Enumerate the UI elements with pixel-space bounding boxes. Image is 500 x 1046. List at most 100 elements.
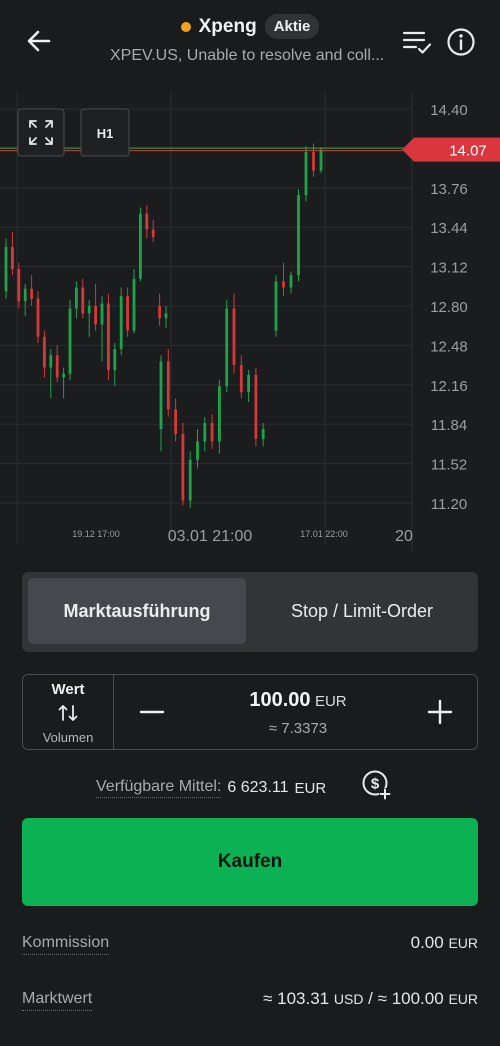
- add-funds-icon[interactable]: $: [362, 769, 392, 801]
- candle-body: [62, 373, 65, 378]
- candle-body: [203, 422, 207, 442]
- timeframe-label: H1: [97, 126, 114, 141]
- available-funds: Verfügbare Mittel: 6 623.11 EUR: [96, 774, 326, 802]
- candle-body: [247, 374, 250, 393]
- amount-currency: EUR: [314, 693, 347, 710]
- candle-body: [166, 361, 170, 410]
- candle-body: [282, 281, 285, 288]
- x-axis-label: 03.01 21:00: [168, 528, 253, 545]
- candle-body: [312, 152, 315, 171]
- market-value-separator: /: [368, 989, 373, 1008]
- x-axis-label: 17.01 22:00: [300, 529, 348, 539]
- candle-body: [132, 278, 136, 331]
- info-icon[interactable]: [446, 27, 476, 57]
- candle-body: [164, 313, 168, 319]
- header: Xpeng Aktie XPEV.US, Unable to resolve a…: [0, 0, 500, 86]
- amount-mode-label: Wert: [51, 681, 85, 698]
- amount-mode-alt-label: Volumen: [42, 730, 94, 745]
- asset-type-badge: Aktie: [264, 14, 320, 39]
- svg-text:$: $: [371, 776, 380, 793]
- candle-body: [232, 308, 236, 366]
- current-price-label: 14.07: [449, 143, 487, 160]
- candle-body: [75, 287, 78, 309]
- y-tick-label: 13.44: [430, 220, 468, 237]
- candle-body: [4, 246, 8, 292]
- candle-body: [196, 441, 199, 460]
- y-tick-label: 11.20: [431, 496, 467, 513]
- y-tick-label: 12.80: [430, 299, 468, 316]
- candle-body: [210, 422, 214, 442]
- market-value-eur: ≈ 100.00: [377, 989, 444, 1008]
- commission-value: 0.00: [410, 933, 444, 952]
- candle-body: [126, 296, 129, 331]
- amount-equivalent: ≈ 7.3373: [268, 720, 328, 737]
- y-tick-label: 14.40: [430, 102, 468, 119]
- candle-body: [304, 152, 308, 196]
- swap-icon: [58, 705, 78, 721]
- candle-body: [145, 213, 149, 230]
- y-tick-label: 13.12: [430, 260, 468, 277]
- candle-body: [218, 386, 221, 442]
- market-value-row: Marktwert ≈ 103.31 USD / ≈ 100.00 EUR: [22, 986, 478, 1016]
- candle-body: [17, 269, 21, 302]
- candle-body: [113, 349, 117, 371]
- candle-body: [43, 336, 46, 368]
- candle-body: [11, 246, 14, 270]
- candle-body: [139, 213, 142, 279]
- commission-label[interactable]: Kommission: [22, 934, 110, 955]
- candle-body: [36, 298, 40, 337]
- candle-body: [181, 434, 185, 501]
- amount-mode-toggle[interactable]: Wert Volumen: [23, 675, 114, 749]
- market-value-usd: ≈ 103.31: [263, 989, 330, 1008]
- x-axis-label: 20: [395, 528, 413, 545]
- available-funds-label[interactable]: Verfügbare Mittel:: [96, 778, 222, 798]
- available-funds-value: 6 623.11: [227, 779, 289, 796]
- candle-body: [225, 308, 229, 387]
- commission-row: Kommission 0.00 EUR: [22, 930, 478, 960]
- candle-body: [319, 149, 323, 171]
- candle-body: [254, 374, 258, 439]
- candle-body: [94, 306, 97, 325]
- expand-chart-button[interactable]: [17, 108, 65, 157]
- commission-value-group: 0.00 EUR: [411, 933, 478, 953]
- watchlist-icon[interactable]: [402, 28, 432, 56]
- market-value-group: ≈ 103.31 USD / ≈ 100.00 EUR: [263, 989, 478, 1009]
- candle-body: [49, 355, 53, 368]
- y-tick-label: 11.52: [431, 457, 467, 474]
- candle-body: [289, 275, 293, 288]
- price-chart[interactable]: 14.40 13.76 13.44 13.12 12.80 12.48 12.16 11.84…: [0, 92, 500, 552]
- candle-body: [158, 306, 161, 319]
- candle-body: [159, 361, 163, 430]
- candle-body: [81, 287, 85, 314]
- increase-amount-button[interactable]: [425, 697, 455, 727]
- candle-body: [261, 429, 265, 439]
- amount-value[interactable]: 100.00 EUR: [163, 689, 433, 712]
- amount-input-group: Wert Volumen 100.00 EUR ≈ 7.3373: [22, 674, 478, 750]
- market-value-usd-currency: USD: [333, 991, 364, 1007]
- market-execution-tab[interactable]: Marktausführung: [28, 578, 246, 644]
- instrument-subtitle: XPEV.US, Unable to resolve and coll...: [110, 47, 385, 64]
- y-tick-label: 11.84: [431, 417, 467, 434]
- market-value-eur-currency: EUR: [448, 991, 478, 1007]
- candle-body: [100, 303, 104, 325]
- candle-body: [274, 281, 278, 331]
- amount-number: 100.00: [249, 689, 311, 711]
- y-tick-label: 13.76: [430, 181, 468, 198]
- candle-body: [188, 459, 192, 501]
- candle-body: [174, 409, 177, 435]
- candle-body: [55, 355, 59, 378]
- market-status-dot: [180, 21, 191, 32]
- candle-body: [297, 195, 300, 276]
- candle-body: [151, 229, 155, 238]
- candle-body: [68, 308, 72, 374]
- order-type-switch: Marktausführung Stop / Limit-Order: [22, 572, 478, 652]
- buy-button[interactable]: Kaufen: [22, 818, 478, 906]
- stop-limit-order-tab[interactable]: Stop / Limit-Order: [252, 578, 472, 644]
- commission-currency: EUR: [448, 935, 478, 951]
- x-axis-label: 19.12 17:00: [72, 529, 120, 539]
- candle-body: [119, 296, 123, 350]
- decrease-amount-button[interactable]: [139, 697, 165, 727]
- market-value-label[interactable]: Marktwert: [22, 990, 93, 1011]
- candle-body: [87, 306, 91, 314]
- available-funds-currency: EUR: [294, 779, 327, 797]
